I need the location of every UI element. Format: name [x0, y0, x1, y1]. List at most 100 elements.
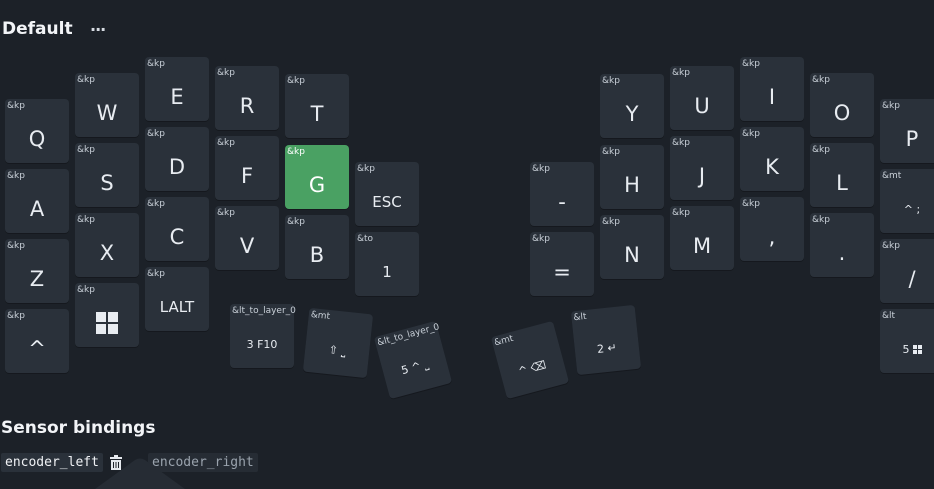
key-to1[interactable]: &to 1 — [355, 232, 419, 296]
key-d[interactable]: &kp D — [145, 127, 209, 191]
key-legend: U — [694, 94, 710, 118]
key-legend: V — [239, 234, 255, 258]
key-y[interactable]: &kp Y — [600, 74, 664, 138]
key-comma[interactable]: &kp, — [740, 197, 804, 261]
tab-encoder-left[interactable]: encoder_left — [1, 453, 103, 472]
key-binding-label: &kp — [147, 129, 165, 139]
key-binding-label: &kp — [812, 75, 830, 85]
key-legend: L — [836, 171, 848, 195]
key-binding-label: &kp — [672, 208, 690, 218]
key-binding-label: &kp — [672, 138, 690, 148]
key-w[interactable]: &kp W — [75, 73, 139, 137]
key-legend: ^ ⌫ — [516, 357, 548, 378]
key-legend: 5 ^ ⎵ — [399, 357, 430, 378]
key-n[interactable]: &kp N — [600, 215, 664, 279]
key-binding-label: &kp — [287, 147, 305, 157]
key-binding-label: &kp — [602, 76, 620, 86]
key-legend: 2 ↵ — [596, 340, 618, 356]
key-legend: H — [624, 173, 640, 197]
key-m[interactable]: &kp M — [670, 206, 734, 270]
key-lalt[interactable]: &kp LALT — [145, 267, 209, 331]
key-legend: 3 F10 — [246, 337, 278, 351]
key-legend: . — [838, 241, 846, 265]
key-mt-semicolon[interactable]: &mt ^ ; — [880, 169, 934, 233]
key-legend: D — [168, 155, 186, 179]
key-legend: A — [29, 197, 45, 221]
key-binding-label: &kp — [882, 101, 900, 111]
key-binding-label: &kp — [217, 208, 235, 218]
key-legend: , — [768, 225, 776, 249]
key-legend: R — [239, 94, 255, 118]
key-e[interactable]: &kp E — [145, 57, 209, 121]
key-g[interactable]: &kp G — [285, 145, 349, 209]
key-binding-label: &lt — [573, 311, 588, 324]
key-legend: ⇧ ⎵ — [328, 343, 347, 358]
key-legend: K — [765, 155, 779, 179]
key-a[interactable]: &kp A — [5, 169, 69, 233]
key-binding-label: &kp — [812, 145, 830, 155]
key-l[interactable]: &kp L — [810, 143, 874, 207]
key-binding-label: &kp — [77, 75, 95, 85]
key-legend: P — [905, 127, 919, 151]
key-binding-label: &kp — [77, 215, 95, 225]
key-legend: T — [310, 102, 324, 126]
key-binding-label: &mt — [882, 171, 902, 181]
key-equal[interactable]: &kp = — [530, 232, 594, 296]
layer-menu-button[interactable]: ··· — [90, 20, 106, 39]
key-p[interactable]: &kp P — [880, 99, 934, 163]
key-z[interactable]: &kp Z — [5, 239, 69, 303]
key-binding-label: &kp — [217, 68, 235, 78]
key-mt-shift-space[interactable]: &mt ⇧ ⎵ — [302, 307, 374, 379]
key-legend: ^ — [28, 337, 46, 361]
key-legend: W — [96, 101, 118, 125]
key-binding-label: &kp — [357, 164, 375, 174]
key-esc[interactable]: &kp ESC — [355, 162, 419, 226]
key-win[interactable]: &kp — [75, 283, 139, 347]
key-x[interactable]: &kp X — [75, 213, 139, 277]
key-binding-label: &kp — [7, 101, 25, 111]
key-slash[interactable]: &kp / — [880, 239, 934, 303]
key-legend: O — [833, 101, 851, 125]
key-mt-backspace[interactable]: &mt ^ ⌫ — [490, 320, 570, 400]
key-legend: X — [99, 241, 115, 265]
key-q[interactable]: &kp Q — [5, 99, 69, 163]
key-f[interactable]: &kp F — [215, 136, 279, 200]
key-caret-left[interactable]: &kp ^ — [5, 309, 69, 373]
key-legend: Z — [29, 267, 45, 291]
sensor-bindings-title: Sensor bindings — [1, 418, 156, 438]
key-legend: / — [908, 267, 916, 291]
key-j[interactable]: &kp J — [670, 136, 734, 200]
key-binding-label: &kp — [147, 269, 165, 279]
key-h[interactable]: &kp H — [600, 145, 664, 209]
key-binding-label: &kp — [532, 164, 550, 174]
key-s[interactable]: &kp S — [75, 143, 139, 207]
key-lt-5-space[interactable]: &lt_to_layer_0 5 ^ ⎵ — [373, 320, 453, 400]
key-r[interactable]: &kp R — [215, 66, 279, 130]
key-binding-label: &kp — [882, 241, 900, 251]
key-lt-5-win[interactable]: &lt 5 — [880, 309, 934, 373]
key-dot[interactable]: &kp. — [810, 213, 874, 277]
key-binding-label: &kp — [77, 285, 95, 295]
key-legend: C — [169, 225, 185, 249]
key-c[interactable]: &kp C — [145, 197, 209, 261]
key-binding-label: &kp — [217, 138, 235, 148]
key-t[interactable]: &kp T — [285, 74, 349, 138]
key-u[interactable]: &kp U — [670, 66, 734, 130]
key-b[interactable]: &kp B — [285, 215, 349, 279]
key-minus[interactable]: &kp - — [530, 162, 594, 226]
key-legend: Q — [28, 127, 46, 151]
key-k[interactable]: &kp K — [740, 127, 804, 191]
key-binding-label: &kp — [147, 199, 165, 209]
key-o[interactable]: &kp O — [810, 73, 874, 137]
key-legend: F — [240, 164, 254, 188]
key-legend: I — [768, 85, 776, 109]
key-i[interactable]: &kp I — [740, 57, 804, 121]
key-legend — [75, 305, 139, 341]
key-binding-label: &kp — [742, 199, 760, 209]
encoder-preview-shape — [95, 458, 185, 489]
key-lt-enter[interactable]: &lt 2 ↵ — [570, 304, 642, 376]
key-binding-label: &kp — [7, 311, 25, 321]
key-v[interactable]: &kp V — [215, 206, 279, 270]
key-legend: N — [624, 243, 640, 267]
key-lt-f10[interactable]: &lt_to_layer_0 3 F10 — [230, 304, 296, 368]
